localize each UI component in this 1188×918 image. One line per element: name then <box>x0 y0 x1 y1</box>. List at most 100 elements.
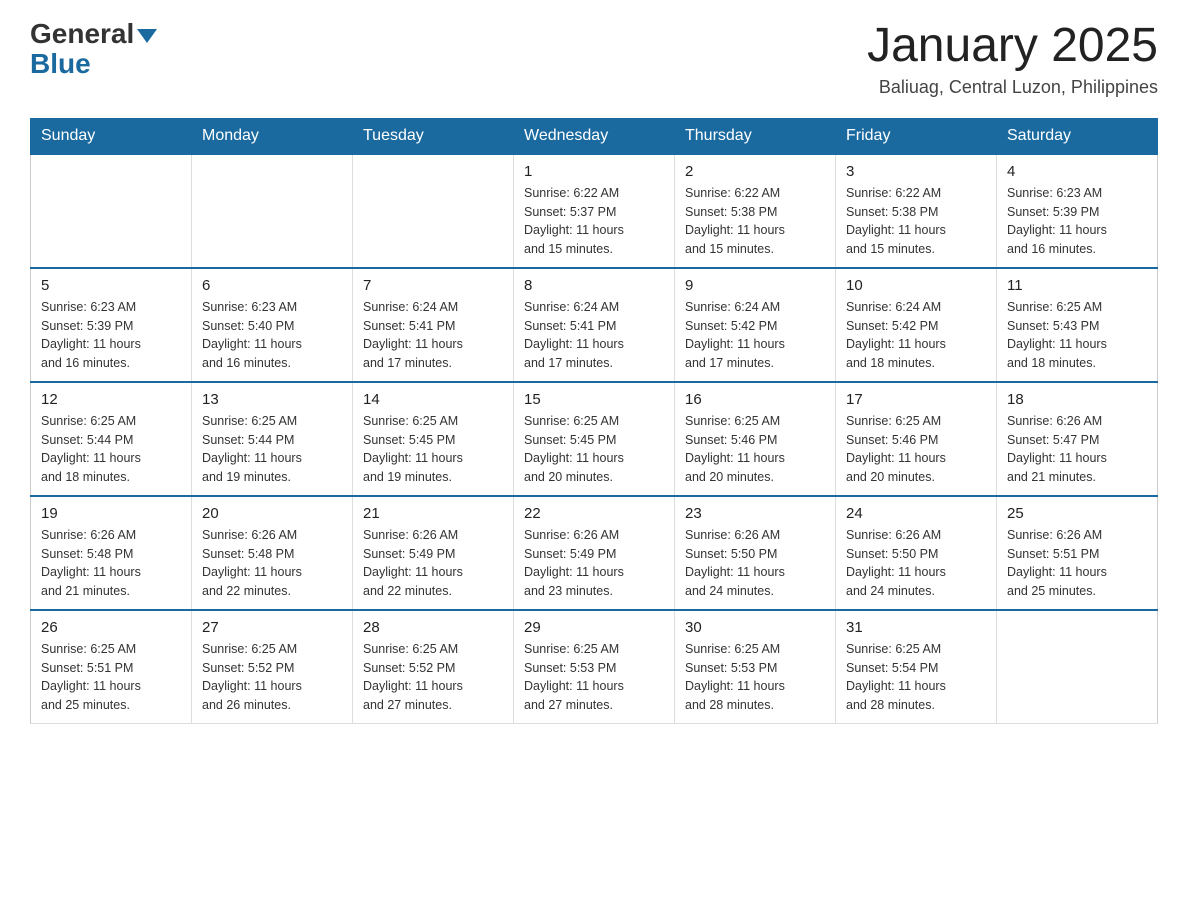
day-info: Sunrise: 6:25 AM Sunset: 5:45 PM Dayligh… <box>363 412 503 487</box>
day-cell: 10Sunrise: 6:24 AM Sunset: 5:42 PM Dayli… <box>836 268 997 382</box>
day-cell <box>192 154 353 268</box>
day-cell: 15Sunrise: 6:25 AM Sunset: 5:45 PM Dayli… <box>514 382 675 496</box>
day-number: 2 <box>685 163 825 180</box>
day-info: Sunrise: 6:26 AM Sunset: 5:51 PM Dayligh… <box>1007 526 1147 601</box>
day-info: Sunrise: 6:25 AM Sunset: 5:53 PM Dayligh… <box>524 640 664 715</box>
day-cell: 21Sunrise: 6:26 AM Sunset: 5:49 PM Dayli… <box>353 496 514 610</box>
day-number: 9 <box>685 277 825 294</box>
day-cell: 13 Sunrise: 6:25 AM Sunset: 5:44 PM Dayli… <box>192 382 353 496</box>
day-number: 21 <box>363 505 503 522</box>
day-info: Sunrise: 6:26 AM Sunset: 5:50 PM Dayligh… <box>685 526 825 601</box>
day-number: 4 <box>1007 163 1147 180</box>
logo: General Blue <box>30 20 157 80</box>
day-number: 7 <box>363 277 503 294</box>
day-cell: 4 Sunrise: 6:23 AM Sunset: 5:39 PM Daylig… <box>997 154 1158 268</box>
header-row: SundayMondayTuesdayWednesdayThursdayFrid… <box>31 118 1158 154</box>
day-cell: 6 Sunrise: 6:23 AM Sunset: 5:40 PM Daylig… <box>192 268 353 382</box>
day-info: Sunrise: 6:22 AM Sunset: 5:37 PM Dayligh… <box>524 184 664 259</box>
day-cell: 23 Sunrise: 6:26 AM Sunset: 5:50 PM Dayli… <box>675 496 836 610</box>
header-cell-tuesday: Tuesday <box>353 118 514 154</box>
day-info: Sunrise: 6:24 AM Sunset: 5:42 PM Dayligh… <box>685 298 825 373</box>
day-cell: 19 Sunrise: 6:26 AM Sunset: 5:48 PM Dayli… <box>31 496 192 610</box>
day-number: 16 <box>685 391 825 408</box>
day-number: 1 <box>524 163 664 180</box>
day-cell: 7 Sunrise: 6:24 AM Sunset: 5:41 PM Daylig… <box>353 268 514 382</box>
day-info: Sunrise: 6:25 AM Sunset: 5:46 PM Dayligh… <box>685 412 825 487</box>
day-number: 31 <box>846 619 986 636</box>
day-info: Sunrise: 6:22 AM Sunset: 5:38 PM Dayligh… <box>685 184 825 259</box>
day-number: 15 <box>524 391 664 408</box>
day-cell: 12 Sunrise: 6:25 AM Sunset: 5:44 PM Dayli… <box>31 382 192 496</box>
header-cell-sunday: Sunday <box>31 118 192 154</box>
day-cell: 22Sunrise: 6:26 AM Sunset: 5:49 PM Dayli… <box>514 496 675 610</box>
day-info: Sunrise: 6:25 AM Sunset: 5:51 PM Dayligh… <box>41 640 181 715</box>
day-number: 29 <box>524 619 664 636</box>
day-number: 24 <box>846 505 986 522</box>
day-number: 19 <box>41 505 181 522</box>
title-block: January 2025 Baliuag, Central Luzon, Phi… <box>867 20 1158 98</box>
day-number: 6 <box>202 277 342 294</box>
day-cell: 28Sunrise: 6:25 AM Sunset: 5:52 PM Dayli… <box>353 610 514 724</box>
week-row-4: 19 Sunrise: 6:26 AM Sunset: 5:48 PM Dayli… <box>31 496 1158 610</box>
day-number: 3 <box>846 163 986 180</box>
day-number: 13 <box>202 391 342 408</box>
logo-triangle-icon <box>137 29 157 43</box>
week-row-5: 26 Sunrise: 6:25 AM Sunset: 5:51 PM Dayli… <box>31 610 1158 724</box>
day-info: Sunrise: 6:26 AM Sunset: 5:48 PM Dayligh… <box>41 526 181 601</box>
day-info: Sunrise: 6:26 AM Sunset: 5:47 PM Dayligh… <box>1007 412 1147 487</box>
day-info: Sunrise: 6:26 AM Sunset: 5:50 PM Dayligh… <box>846 526 986 601</box>
calendar-table: SundayMondayTuesdayWednesdayThursdayFrid… <box>30 118 1158 724</box>
day-info: Sunrise: 6:25 AM Sunset: 5:54 PM Dayligh… <box>846 640 986 715</box>
day-info: Sunrise: 6:25 AM Sunset: 5:44 PM Dayligh… <box>41 412 181 487</box>
day-cell: 30 Sunrise: 6:25 AM Sunset: 5:53 PM Dayli… <box>675 610 836 724</box>
day-number: 30 <box>685 619 825 636</box>
week-row-1: 1 Sunrise: 6:22 AM Sunset: 5:37 PM Daylig… <box>31 154 1158 268</box>
day-number: 5 <box>41 277 181 294</box>
day-info: Sunrise: 6:24 AM Sunset: 5:41 PM Dayligh… <box>524 298 664 373</box>
day-cell: 18 Sunrise: 6:26 AM Sunset: 5:47 PM Dayli… <box>997 382 1158 496</box>
day-info: Sunrise: 6:23 AM Sunset: 5:40 PM Dayligh… <box>202 298 342 373</box>
page-title: January 2025 <box>867 20 1158 73</box>
day-info: Sunrise: 6:24 AM Sunset: 5:41 PM Dayligh… <box>363 298 503 373</box>
day-info: Sunrise: 6:24 AM Sunset: 5:42 PM Dayligh… <box>846 298 986 373</box>
logo-general: General <box>30 20 134 48</box>
day-cell: 11Sunrise: 6:25 AM Sunset: 5:43 PM Dayli… <box>997 268 1158 382</box>
day-info: Sunrise: 6:25 AM Sunset: 5:53 PM Dayligh… <box>685 640 825 715</box>
page-subtitle: Baliuag, Central Luzon, Philippines <box>867 77 1158 98</box>
header-cell-saturday: Saturday <box>997 118 1158 154</box>
day-number: 18 <box>1007 391 1147 408</box>
logo-blue: Blue <box>30 48 91 80</box>
day-info: Sunrise: 6:25 AM Sunset: 5:52 PM Dayligh… <box>202 640 342 715</box>
day-number: 20 <box>202 505 342 522</box>
day-cell: 24 Sunrise: 6:26 AM Sunset: 5:50 PM Dayli… <box>836 496 997 610</box>
day-cell: 26 Sunrise: 6:25 AM Sunset: 5:51 PM Dayli… <box>31 610 192 724</box>
day-cell: 5Sunrise: 6:23 AM Sunset: 5:39 PM Daylig… <box>31 268 192 382</box>
page-header: General Blue January 2025 Baliuag, Centr… <box>30 20 1158 98</box>
header-cell-thursday: Thursday <box>675 118 836 154</box>
day-cell: 9 Sunrise: 6:24 AM Sunset: 5:42 PM Daylig… <box>675 268 836 382</box>
day-info: Sunrise: 6:23 AM Sunset: 5:39 PM Dayligh… <box>1007 184 1147 259</box>
day-cell <box>31 154 192 268</box>
day-info: Sunrise: 6:22 AM Sunset: 5:38 PM Dayligh… <box>846 184 986 259</box>
day-cell: 29 Sunrise: 6:25 AM Sunset: 5:53 PM Dayli… <box>514 610 675 724</box>
day-number: 12 <box>41 391 181 408</box>
header-cell-friday: Friday <box>836 118 997 154</box>
day-cell: 20Sunrise: 6:26 AM Sunset: 5:48 PM Dayli… <box>192 496 353 610</box>
day-number: 8 <box>524 277 664 294</box>
header-cell-wednesday: Wednesday <box>514 118 675 154</box>
day-cell: 31 Sunrise: 6:25 AM Sunset: 5:54 PM Dayli… <box>836 610 997 724</box>
day-cell: 2 Sunrise: 6:22 AM Sunset: 5:38 PM Daylig… <box>675 154 836 268</box>
week-row-2: 5Sunrise: 6:23 AM Sunset: 5:39 PM Daylig… <box>31 268 1158 382</box>
day-cell: 8 Sunrise: 6:24 AM Sunset: 5:41 PM Daylig… <box>514 268 675 382</box>
calendar-header: SundayMondayTuesdayWednesdayThursdayFrid… <box>31 118 1158 154</box>
day-cell: 1 Sunrise: 6:22 AM Sunset: 5:37 PM Daylig… <box>514 154 675 268</box>
day-info: Sunrise: 6:25 AM Sunset: 5:52 PM Dayligh… <box>363 640 503 715</box>
day-number: 23 <box>685 505 825 522</box>
day-cell: 25Sunrise: 6:26 AM Sunset: 5:51 PM Dayli… <box>997 496 1158 610</box>
day-info: Sunrise: 6:25 AM Sunset: 5:44 PM Dayligh… <box>202 412 342 487</box>
day-number: 26 <box>41 619 181 636</box>
day-number: 27 <box>202 619 342 636</box>
header-cell-monday: Monday <box>192 118 353 154</box>
calendar-body: 1 Sunrise: 6:22 AM Sunset: 5:37 PM Daylig… <box>31 154 1158 724</box>
day-cell: 27 Sunrise: 6:25 AM Sunset: 5:52 PM Dayli… <box>192 610 353 724</box>
